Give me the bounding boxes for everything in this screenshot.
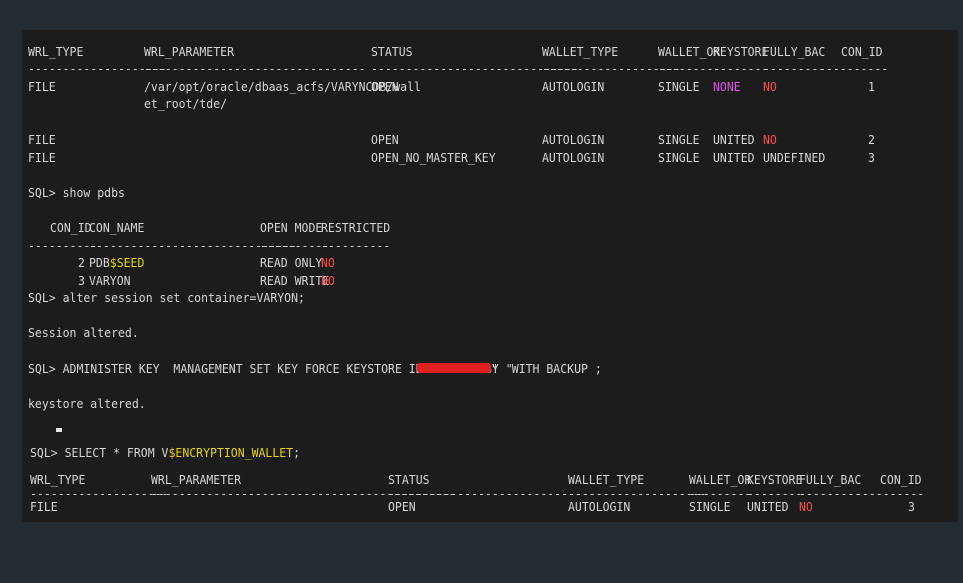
col-header-open-mode: OPEN MODE	[260, 220, 323, 236]
cell-open-mode: READ WRITE	[260, 273, 330, 289]
cell-con-id: 2	[78, 255, 85, 271]
sql-command-administer-key-end: " WITH BACKUP ;	[491, 361, 602, 377]
col-header-status: STATUS	[388, 472, 430, 488]
separator: ----------	[321, 238, 391, 254]
col-header-keystore: KEYSTORE	[713, 44, 769, 60]
col-header-wallet-or: WALLET_OR	[689, 472, 752, 488]
separator: ---------	[763, 61, 826, 77]
cell-con-id: 1	[868, 79, 875, 95]
cell-con-name: VARYON	[89, 273, 131, 289]
col-header-wrl-parameter: WRL_PARAMETER	[151, 472, 242, 488]
terminal-output[interactable]: WRL_TYPE WRL_PARAMETER STATUS WALLET_TYP…	[22, 30, 958, 522]
separator: ----------	[28, 238, 98, 254]
cell-con-name-seed: $SEED	[109, 255, 145, 271]
col-header-con-id: CON_ID	[50, 220, 92, 236]
col-header-wallet-or: WALLET_OR	[658, 44, 721, 60]
cell-fully-bac: NO	[799, 499, 813, 515]
cell-restricted: NO	[321, 273, 335, 289]
separator: ----------	[260, 238, 330, 254]
cell-con-id: 3	[868, 150, 875, 166]
cell-con-id: 3	[908, 499, 915, 515]
separator: --------------------------------	[144, 61, 366, 77]
cell-wallet-type: AUTOLOGIN	[542, 150, 605, 166]
col-header-wallet-type: WALLET_TYPE	[568, 472, 645, 488]
message-keystore-altered: keystore altered.	[28, 396, 146, 412]
cell-wrl-type: FILE	[30, 499, 58, 515]
cell-wallet-or: SINGLE	[689, 499, 731, 515]
cell-status: OPEN	[371, 132, 399, 148]
col-header-con-name: CON_NAME	[89, 220, 145, 236]
message-session-altered: Session altered.	[28, 325, 139, 341]
cell-wrl-type: FILE	[28, 150, 56, 166]
sql-select-terminator: ;	[293, 445, 301, 461]
cell-con-name-prefix: PDB	[89, 255, 110, 271]
cursor-block	[56, 428, 62, 432]
col-header-wrl-type: WRL_TYPE	[30, 472, 86, 488]
sql-select-prefix: SQL> SELECT * FROM V	[30, 445, 169, 461]
col-header-wrl-parameter: WRL_PARAMETER	[144, 44, 235, 60]
cell-wallet-or: SINGLE	[658, 132, 700, 148]
separator: --------	[713, 61, 769, 77]
col-header-keystore: KEYSTORE	[747, 472, 803, 488]
col-header-fully-bac: FULLY_BAC	[799, 472, 862, 488]
col-header-wallet-type: WALLET_TYPE	[542, 44, 619, 60]
col-header-status: STATUS	[371, 44, 413, 60]
cell-con-id: 3	[78, 273, 85, 289]
separator: ---------	[658, 61, 721, 77]
col-header-con-id: CON_ID	[880, 472, 922, 488]
cell-wrl-type: FILE	[28, 132, 56, 148]
cell-status: OPEN	[388, 499, 416, 515]
cell-open-mode: READ ONLY	[260, 255, 323, 271]
col-header-wrl-type: WRL_TYPE	[28, 44, 84, 60]
cell-wallet-type: AUTOLOGIN	[542, 79, 605, 95]
cell-keystore: NONE	[713, 79, 741, 95]
cell-keystore: UNITED	[747, 499, 789, 515]
cell-fully-bac: NO	[763, 132, 777, 148]
cell-fully-bac: UNDEFINED	[763, 150, 826, 166]
cell-keystore: UNITED	[713, 132, 755, 148]
cell-wallet-type: AUTOLOGIN	[542, 132, 605, 148]
cell-wrl-parameter-cont: et_root/tde/	[144, 96, 228, 112]
cell-wallet-type: AUTOLOGIN	[568, 499, 631, 515]
cell-wallet-or: SINGLE	[658, 79, 700, 95]
col-header-con-id: CON_ID	[841, 44, 883, 60]
cell-wrl-type: FILE	[28, 79, 56, 95]
col-header-fully-bac: FULLY_BAC	[763, 44, 826, 60]
col-header-restricted: RESTRICTED	[321, 220, 391, 236]
separator: ------------------------------	[388, 486, 596, 502]
cell-con-id: 2	[868, 132, 875, 148]
cell-con-name: PDB$SEED	[89, 255, 144, 270]
cell-keystore: UNITED	[713, 150, 755, 166]
sql-command-alter-session: SQL> alter session set container=VARYON;	[28, 290, 305, 306]
cell-status: OPEN_NO_MASTER_KEY	[371, 150, 496, 166]
password-redaction-mark	[417, 363, 491, 373]
sql-command-show-pdbs: SQL> show pdbs	[28, 185, 125, 201]
cell-fully-bac: NO	[763, 79, 777, 95]
cell-wallet-or: SINGLE	[658, 150, 700, 166]
separator: ----------	[819, 61, 889, 77]
cell-restricted: NO	[321, 255, 335, 271]
sql-select-view-name: $ENCRYPTION_WALLET	[168, 445, 294, 461]
sql-command-select: SQL> SELECT * FROM V$ENCRYPTION_WALLET;	[30, 445, 300, 460]
cell-status: OPEN	[371, 79, 399, 95]
